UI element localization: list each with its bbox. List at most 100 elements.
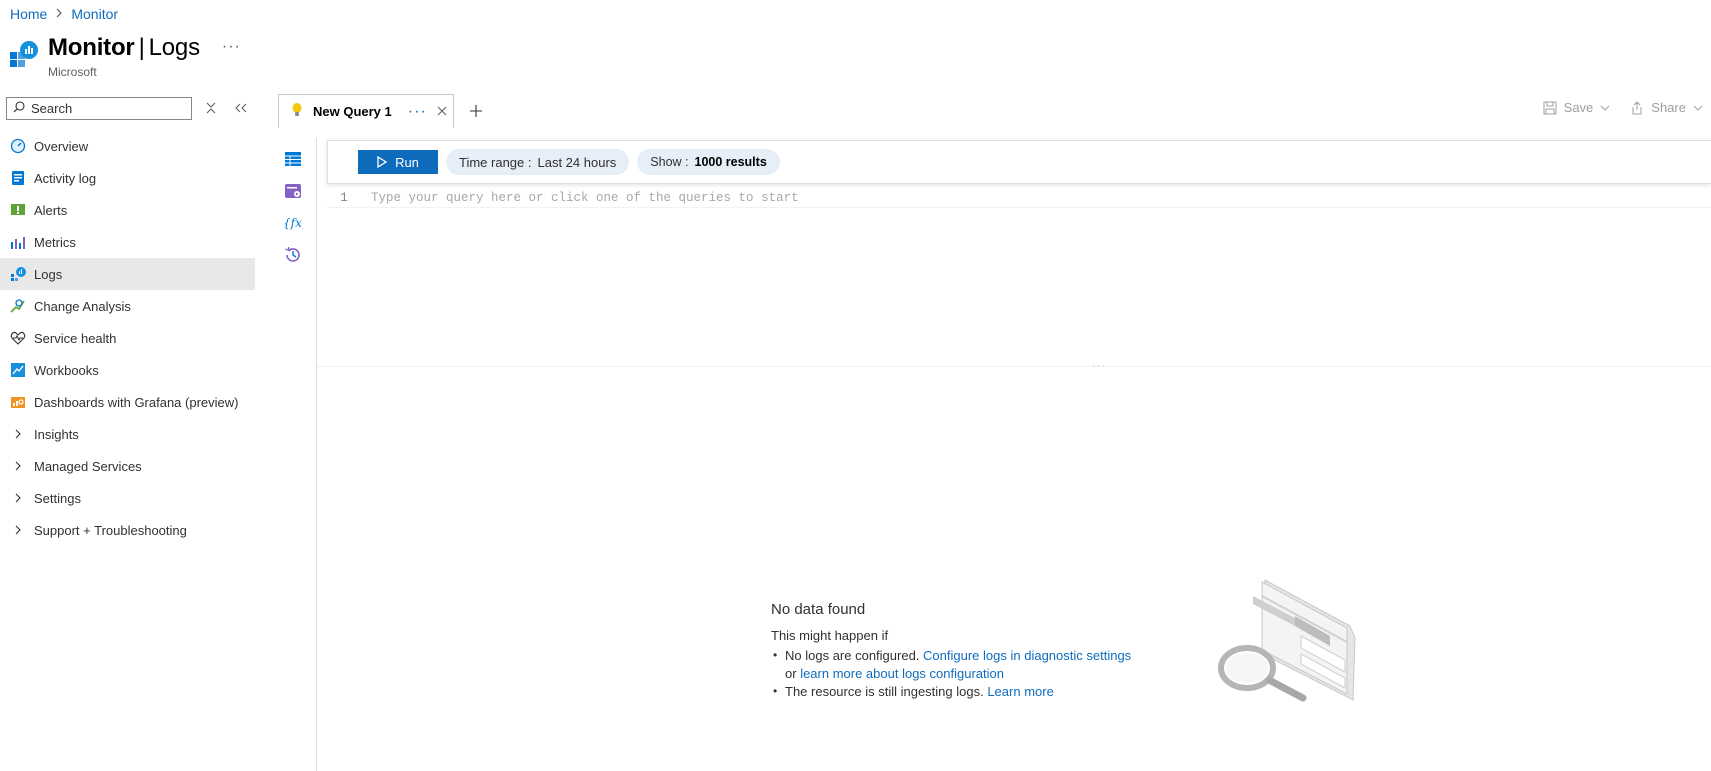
configure-logs-link[interactable]: Configure logs in diagnostic settings — [923, 648, 1131, 663]
list-item: No logs are configured. Configure logs i… — [771, 646, 1191, 683]
overview-icon — [10, 138, 26, 154]
share-label: Share — [1651, 100, 1686, 115]
results-limit-picker[interactable]: Show : 1000 results — [637, 149, 780, 175]
sidebar-item-overview[interactable]: Overview — [0, 130, 255, 162]
alerts-icon — [10, 202, 26, 218]
collapse-all-button[interactable] — [200, 97, 222, 119]
time-range-picker[interactable]: Time range : Last 24 hours — [446, 149, 630, 175]
query-tabs: New Query 1 ··· — [278, 94, 486, 129]
page-title: Monitor | Logs — [48, 34, 200, 62]
queries-button[interactable] — [283, 181, 303, 201]
reason-text: The resource is still ingesting logs. — [785, 684, 984, 699]
sidebar-item-grafana[interactable]: Dashboards with Grafana (preview) — [0, 386, 255, 418]
chevron-right-icon — [55, 7, 63, 21]
add-tab-button[interactable] — [466, 101, 486, 121]
results-splitter[interactable] — [317, 366, 1711, 369]
sidebar-item-label: Activity log — [34, 170, 97, 186]
search-icon — [13, 100, 25, 116]
sidebar-item-label: Service health — [34, 330, 117, 346]
metrics-icon — [10, 234, 26, 250]
sidebar: Overview Activity log Alerts Metrics Log… — [0, 94, 255, 771]
line-number: 1 — [340, 190, 348, 205]
share-icon — [1632, 100, 1642, 114]
run-button[interactable]: Run — [358, 150, 438, 174]
collapse-sidebar-button[interactable] — [230, 97, 252, 119]
tab-new-query-1[interactable]: New Query 1 ··· — [278, 94, 454, 129]
panel-divider — [316, 138, 317, 771]
share-button[interactable]: Share — [1630, 100, 1703, 115]
save-label: Save — [1563, 100, 1594, 115]
history-button[interactable] — [283, 245, 303, 265]
sidebar-group-managed-services[interactable]: Managed Services — [0, 450, 255, 482]
save-icon — [1543, 101, 1557, 114]
breadcrumb: Home Monitor — [10, 6, 118, 22]
tables-button[interactable] — [283, 149, 303, 169]
breadcrumb-home[interactable]: Home — [10, 6, 47, 22]
sidebar-item-workbooks[interactable]: Workbooks — [0, 354, 255, 386]
tab-label: New Query 1 — [313, 104, 392, 119]
page-title-sub: Logs — [148, 34, 200, 61]
change-analysis-icon — [10, 298, 26, 314]
sidebar-group-settings[interactable]: Settings — [0, 482, 255, 514]
table-icon — [285, 152, 301, 166]
more-options-button[interactable]: ··· — [222, 38, 241, 56]
plus-icon — [469, 105, 482, 117]
sidebar-group-insights[interactable]: Insights — [0, 418, 255, 450]
org-name: Microsoft — [48, 65, 97, 79]
title-separator: | — [138, 34, 145, 61]
empty-state: No data found This might happen if No lo… — [771, 601, 1191, 701]
empty-state-title: No data found — [771, 601, 866, 618]
sidebar-item-service-health[interactable]: Service health — [0, 322, 255, 354]
sidebar-search[interactable] — [6, 96, 192, 120]
sidebar-group-label: Insights — [34, 426, 79, 442]
chevron-right-icon — [10, 458, 26, 474]
close-tab-icon[interactable] — [437, 104, 447, 119]
save-button[interactable]: Save — [1543, 100, 1611, 115]
sidebar-item-label: Logs — [34, 266, 63, 282]
splitter-handle-icon[interactable]: ··· — [1092, 360, 1106, 372]
breadcrumb-monitor[interactable]: Monitor — [71, 6, 118, 22]
sidebar-item-label: Dashboards with Grafana (preview) — [34, 394, 239, 410]
sidebar-item-logs[interactable]: Logs — [0, 258, 255, 290]
learn-logs-config-link[interactable]: learn more about logs configuration — [800, 666, 1004, 681]
reason-or: or — [785, 666, 797, 681]
workbooks-icon — [10, 362, 26, 378]
double-chevron-left-icon — [235, 103, 247, 113]
logs-icon — [10, 266, 26, 282]
query-toolbar: Run Time range : Last 24 hours Show : 10… — [327, 140, 1711, 184]
sidebar-item-label: Alerts — [34, 202, 68, 218]
play-icon — [377, 156, 388, 168]
sidebar-item-metrics[interactable]: Metrics — [0, 226, 255, 258]
chevron-down-icon — [1600, 105, 1610, 111]
sidebar-item-change-analysis[interactable]: Change Analysis — [0, 290, 255, 322]
time-range-value: Last 24 hours — [537, 154, 617, 170]
sidebar-item-activity-log[interactable]: Activity log — [0, 162, 255, 194]
chevron-right-icon — [10, 426, 26, 442]
sidebar-item-alerts[interactable]: Alerts — [0, 194, 255, 226]
chevron-right-icon — [10, 490, 26, 506]
chevron-right-icon — [10, 522, 26, 538]
query-actions: Save Share — [1543, 100, 1703, 115]
functions-button[interactable]: {fx} — [283, 213, 303, 233]
empty-state-reasons: No logs are configured. Configure logs i… — [771, 646, 1191, 701]
svg-text:{fx}: {fx} — [283, 216, 303, 230]
reason-text: No logs are configured. — [785, 648, 920, 663]
page-title-main: Monitor — [48, 34, 135, 61]
search-input[interactable] — [31, 100, 181, 116]
sidebar-group-label: Managed Services — [34, 458, 142, 474]
query-editor[interactable]: 1 Type your query here or click one of t… — [327, 188, 1711, 208]
tool-rail: {fx} — [283, 149, 303, 265]
time-range-label: Time range : — [459, 154, 532, 170]
function-icon: {fx} — [283, 216, 303, 230]
sidebar-item-label: Metrics — [34, 234, 76, 250]
sidebar-group-support[interactable]: Support + Troubleshooting — [0, 514, 255, 546]
sidebar-group-label: Support + Troubleshooting — [34, 522, 187, 538]
tab-more-icon[interactable]: ··· — [408, 103, 427, 121]
show-value: 1000 results — [694, 155, 767, 169]
activity-log-icon — [10, 170, 26, 186]
heart-pulse-icon — [10, 330, 26, 346]
learn-more-link[interactable]: Learn more — [987, 684, 1053, 699]
page-header: Monitor | Logs ··· Microsoft — [8, 34, 241, 79]
collapse-icon — [206, 102, 216, 114]
lightbulb-icon — [291, 102, 303, 121]
